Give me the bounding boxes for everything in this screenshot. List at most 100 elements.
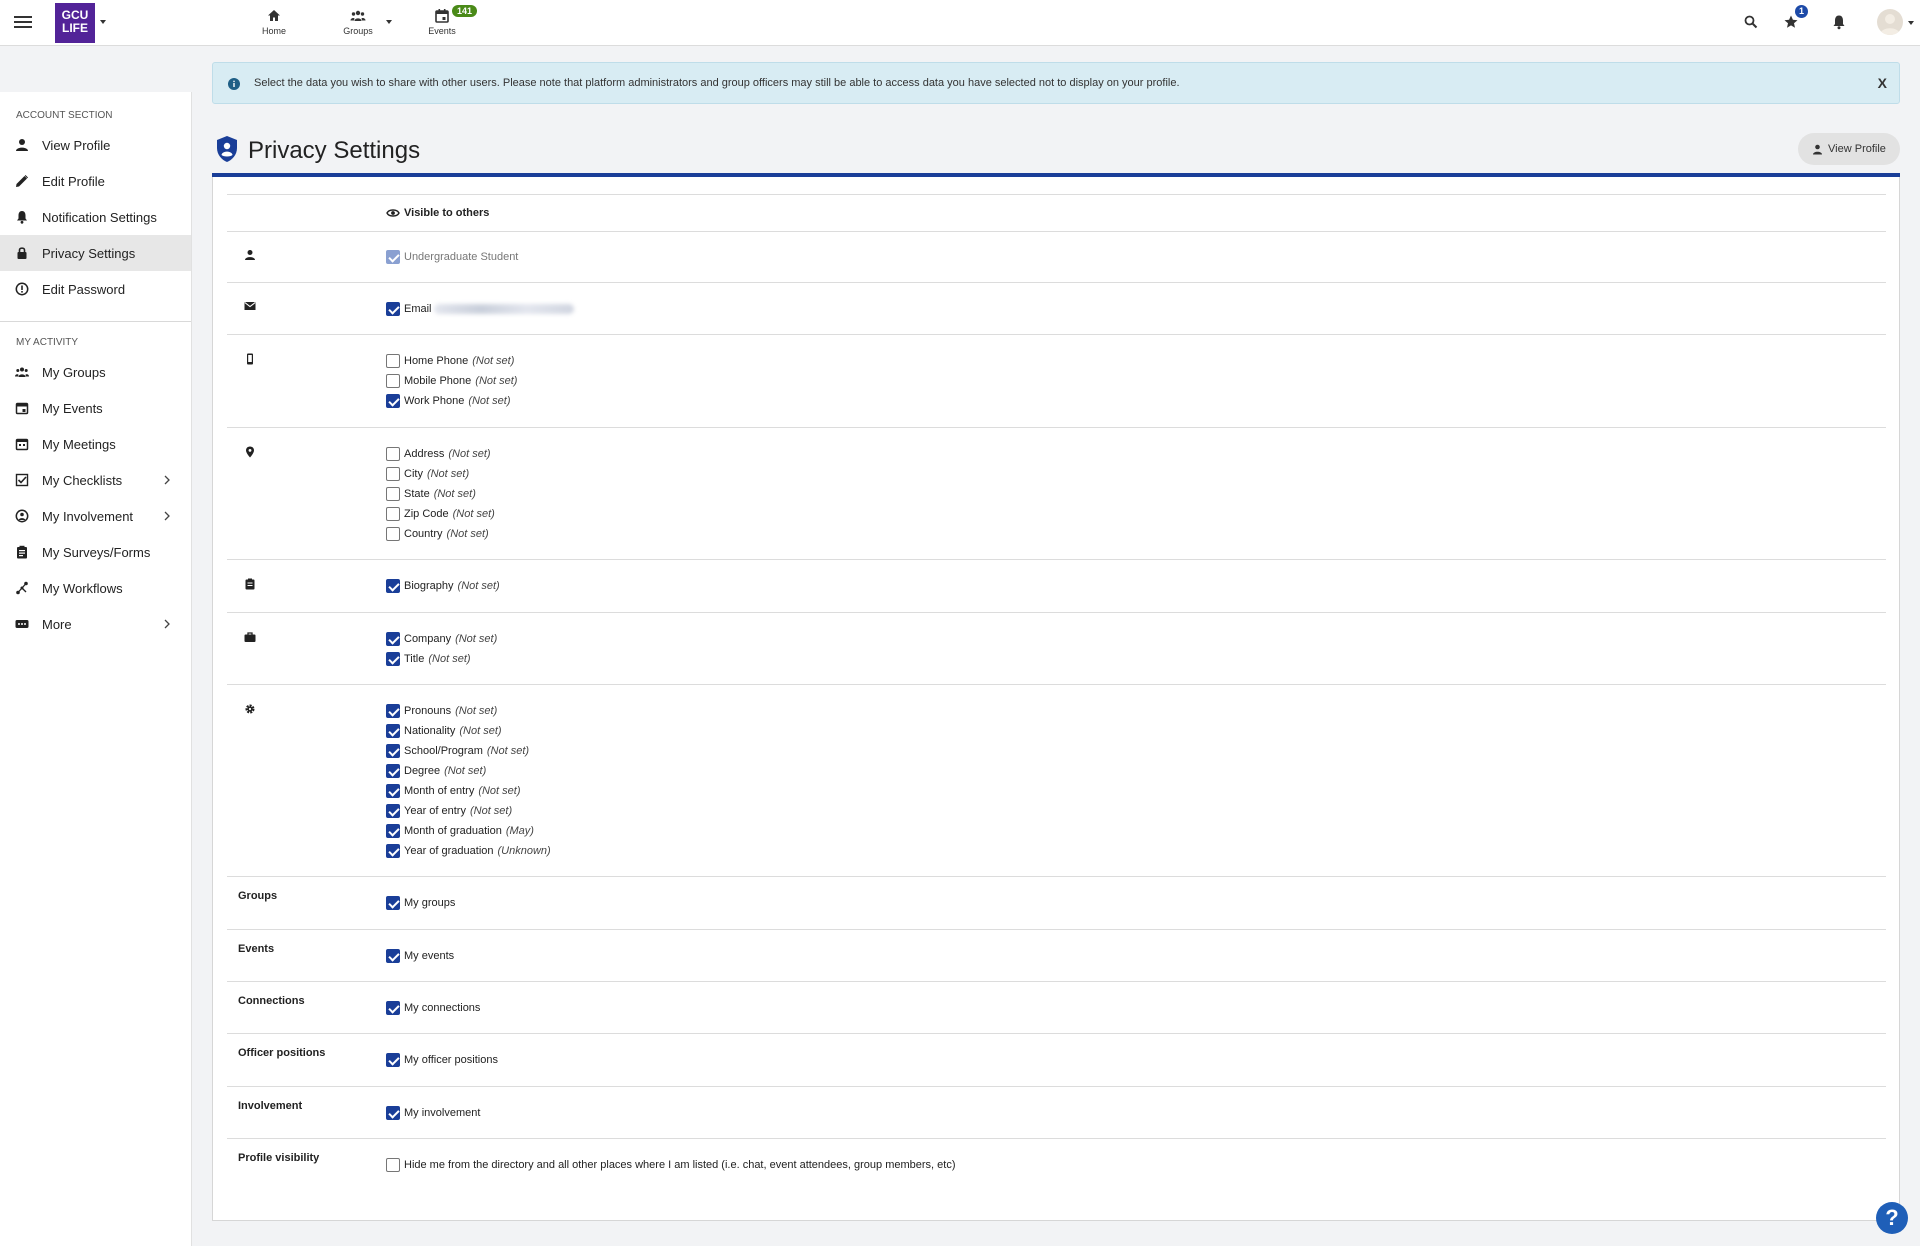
biography-checkbox[interactable] — [386, 579, 400, 593]
info-icon — [228, 78, 240, 90]
section-title: Officer positions — [238, 1047, 326, 1059]
sidebar-item-my-checklists[interactable]: My Checklists — [0, 462, 191, 498]
user-avatar[interactable] — [1877, 9, 1903, 35]
gcu-life-logo[interactable]: GCU LIFE — [55, 3, 95, 43]
sidebar-item-label: More — [42, 616, 72, 632]
sidebar-item-my-involvement[interactable]: My Involvement — [0, 498, 191, 534]
table-row-groups: Groups My groups — [227, 876, 1886, 929]
view-profile-label: View Profile — [1828, 143, 1886, 155]
table-row-profile-visibility: Profile visibility Hide me from the dire… — [227, 1138, 1886, 1190]
nav-home[interactable]: Home — [260, 8, 288, 36]
my-groups-checkbox[interactable] — [386, 896, 400, 910]
month-of-graduation-checkbox[interactable] — [386, 824, 400, 838]
events-count-badge: 141 — [452, 5, 478, 17]
nationality-checkbox[interactable] — [386, 724, 400, 738]
year-of-graduation-checkbox[interactable] — [386, 844, 400, 858]
option-label: Company — [404, 633, 452, 645]
pronouns-checkbox[interactable] — [386, 704, 400, 718]
clipboard-icon — [245, 578, 255, 590]
address-option: Address (Not set) — [386, 444, 1886, 464]
month-of-entry-checkbox[interactable] — [386, 784, 400, 798]
table-row-phones: Home Phone (Not set) Mobile Phone (Not set… — [227, 334, 1886, 427]
section-title: Connections — [238, 995, 305, 1007]
sidebar-item-edit-profile[interactable]: Edit Profile — [0, 163, 191, 199]
banner-close-button[interactable]: X — [1878, 75, 1887, 91]
biography-option: Biography (Not set) — [386, 576, 1886, 596]
year-of-entry-checkbox[interactable] — [386, 804, 400, 818]
title-checkbox[interactable] — [386, 652, 400, 666]
nav-groups-label: Groups — [343, 26, 373, 36]
mobile-phone-checkbox[interactable] — [386, 374, 400, 388]
avatar-dropdown-caret[interactable] — [1908, 21, 1914, 25]
state-checkbox[interactable] — [386, 487, 400, 501]
privacy-table: Visible to others Undergraduate Student … — [227, 194, 1886, 1190]
sidebar-item-my-meetings[interactable]: My Meetings — [0, 426, 191, 462]
address-checkbox[interactable] — [386, 447, 400, 461]
menu-icon[interactable] — [14, 13, 32, 33]
option-label: My groups — [404, 897, 456, 909]
option-label: Country — [404, 528, 443, 540]
school-program-checkbox[interactable] — [386, 744, 400, 758]
sidebar-item-my-surveys-forms[interactable]: My Surveys/Forms — [0, 534, 191, 570]
mobile-phone-option: Mobile Phone (Not set) — [386, 371, 1886, 391]
email-checkbox[interactable] — [386, 302, 400, 316]
avatar-placeholder-icon — [1880, 14, 1900, 35]
chevron-right-icon — [164, 475, 170, 485]
option-note: (May) — [505, 825, 534, 837]
option-note: (Not set) — [455, 705, 498, 717]
company-option: Company (Not set) — [386, 629, 1886, 649]
groups-dropdown-caret[interactable] — [386, 20, 392, 24]
my-activity-heading: MY ACTIVITY — [16, 337, 79, 348]
privacy-settings-card: Visible to others Undergraduate Student … — [212, 177, 1900, 1221]
country-checkbox[interactable] — [386, 527, 400, 541]
home-phone-checkbox[interactable] — [386, 354, 400, 368]
sidebar-item-notification-settings[interactable]: Notification Settings — [0, 199, 191, 235]
sidebar-item-label: My Surveys/Forms — [42, 544, 151, 560]
option-note: (Not set) — [475, 375, 518, 387]
work-phone-checkbox[interactable] — [386, 394, 400, 408]
my-involvement-checkbox[interactable] — [386, 1106, 400, 1120]
view-profile-button[interactable]: View Profile — [1798, 133, 1900, 165]
pencil-icon — [16, 175, 28, 187]
sidebar-item-edit-password[interactable]: Edit Password — [0, 271, 191, 307]
hide-from-directory-checkbox[interactable] — [386, 1158, 400, 1172]
bell-icon[interactable] — [1831, 14, 1847, 30]
sidebar-item-privacy-settings[interactable]: Privacy Settings — [0, 235, 191, 271]
option-label: Address — [404, 448, 445, 460]
year-of-entry-option: Year of entry (Not set) — [386, 801, 1886, 821]
person-icon — [1813, 144, 1823, 154]
my-events-checkbox[interactable] — [386, 949, 400, 963]
briefcase-icon — [244, 632, 256, 642]
sidebar-item-my-workflows[interactable]: My Workflows — [0, 570, 191, 606]
option-label: Email — [404, 303, 432, 315]
degree-checkbox[interactable] — [386, 764, 400, 778]
workflow-icon — [16, 581, 28, 595]
calendar-icon — [15, 402, 29, 415]
city-checkbox[interactable] — [386, 467, 400, 481]
option-note: (Not set) — [444, 765, 487, 777]
person-icon — [245, 250, 255, 260]
sidebar-item-my-groups[interactable]: My Groups — [0, 354, 191, 390]
option-label: Hide me from the directory and all other… — [404, 1159, 956, 1171]
sidebar-item-label: My Groups — [42, 364, 106, 380]
table-row-biography: Biography (Not set) — [227, 559, 1886, 612]
search-icon[interactable] — [1743, 14, 1759, 30]
company-checkbox[interactable] — [386, 632, 400, 646]
sidebar-item-more[interactable]: More — [0, 606, 191, 642]
sidebar-item-label: Notification Settings — [42, 209, 157, 225]
my-officer-positions-checkbox[interactable] — [386, 1053, 400, 1067]
nav-home-label: Home — [261, 26, 286, 36]
nav-groups[interactable]: Groups — [342, 8, 374, 36]
pronouns-option: Pronouns (Not set) — [386, 701, 1886, 721]
help-button[interactable]: ? — [1876, 1202, 1908, 1234]
account-section-heading: ACCOUNT SECTION — [16, 110, 113, 121]
sidebar-item-view-profile[interactable]: View Profile — [0, 127, 191, 163]
sidebar-item-label: Edit Profile — [42, 173, 105, 189]
my-connections-checkbox[interactable] — [386, 1001, 400, 1015]
envelope-icon — [244, 302, 256, 310]
logo-dropdown-caret[interactable] — [100, 20, 106, 24]
eye-icon — [386, 209, 400, 217]
table-row-connections: Connections My connections — [227, 981, 1886, 1033]
sidebar-item-my-events[interactable]: My Events — [0, 390, 191, 426]
zip-code-checkbox[interactable] — [386, 507, 400, 521]
